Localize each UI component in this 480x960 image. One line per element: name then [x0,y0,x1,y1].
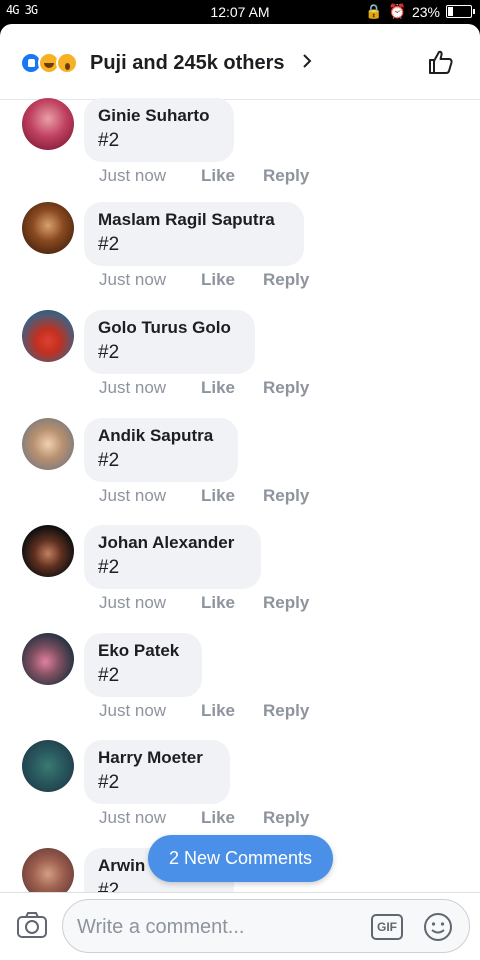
comment-actions: Just now Like Reply [99,701,309,721]
reaction-icons [20,52,78,74]
like-button[interactable]: Like [201,378,263,398]
comment-time: Just now [99,486,167,505]
reply-button[interactable]: Reply [263,808,309,828]
comment-input[interactable] [77,910,357,944]
comment-text: #2 [98,450,120,471]
comment-actions: Just now Like Reply [99,166,309,186]
comment-time: Just now [99,166,167,185]
comment-time: Just now [99,593,167,612]
comment-bubble[interactable]: Ginie Suharto #2 [84,98,234,162]
comment-author[interactable]: Johan Alexander [98,533,247,553]
like-button[interactable]: Like [201,701,263,721]
comment-time: Just now [99,378,167,397]
like-thumb-icon[interactable] [426,48,454,76]
like-button[interactable]: Like [201,166,263,186]
gif-button[interactable]: GIF [371,914,403,940]
comment-time: Just now [99,808,167,827]
comment-item: Andik Saputra #2 Just now Like Reply [0,418,480,526]
sticker-smile-icon[interactable] [423,912,453,942]
comment-author[interactable]: Maslam Ragil Saputra [98,210,290,230]
like-button[interactable]: Like [201,270,263,290]
like-button[interactable]: Like [201,486,263,506]
comment-time: Just now [99,701,167,720]
wow-icon [56,52,78,74]
status-right: 🔒 ⏰ 23% [365,3,475,20]
chevron-right-icon[interactable] [300,54,314,68]
comments-sheet: Puji and 245k others Ginie Suharto #2 Ju… [0,24,480,960]
comment-bubble[interactable]: Maslam Ragil Saputra #2 [84,202,304,266]
comment-author[interactable]: Golo Turus Golo [98,318,241,338]
comment-actions: Just now Like Reply [99,593,309,613]
avatar[interactable] [22,418,74,470]
comment-author[interactable]: Ginie Suharto [98,106,220,126]
comment-item: Golo Turus Golo #2 Just now Like Reply [0,310,480,418]
comment-bubble[interactable]: Johan Alexander #2 [84,525,261,589]
comment-actions: Just now Like Reply [99,808,309,828]
reply-button[interactable]: Reply [263,593,309,613]
comment-time: Just now [99,270,167,289]
comment-item: Eko Patek #2 Just now Like Reply [0,633,480,741]
new-comments-button[interactable]: 2 New Comments [148,835,333,882]
reply-button[interactable]: Reply [263,270,309,290]
comment-bubble[interactable]: Eko Patek #2 [84,633,202,697]
reply-button[interactable]: Reply [263,486,309,506]
battery-level [448,7,453,16]
battery-icon [446,5,475,18]
like-button[interactable]: Like [201,593,263,613]
status-bar: 4G 3G 12:07 AM 🔒 ⏰ 23% [0,0,480,24]
lock-rotation-icon: 🔒 [365,3,383,19]
comment-text: #2 [98,557,120,578]
avatar[interactable] [22,310,74,362]
avatar[interactable] [22,633,74,685]
comment-text: #2 [98,130,120,151]
comment-item: Maslam Ragil Saputra #2 Just now Like Re… [0,202,480,310]
comment-text: #2 [98,234,120,255]
reply-button[interactable]: Reply [263,166,309,186]
comment-actions: Just now Like Reply [99,378,309,398]
comment-text: #2 [98,665,120,686]
camera-icon[interactable] [16,911,48,939]
reply-button[interactable]: Reply [263,701,309,721]
avatar[interactable] [22,202,74,254]
comment-item: Johan Alexander #2 Just now Like Reply [0,525,480,633]
comment-bubble[interactable]: Harry Moeter #2 [84,740,230,804]
comment-bubble[interactable]: Andik Saputra #2 [84,418,238,482]
comment-input-box[interactable]: GIF [62,899,470,953]
reply-button[interactable]: Reply [263,378,309,398]
comment-actions: Just now Like Reply [99,270,309,290]
comment-author[interactable]: Andik Saputra [98,426,224,446]
avatar[interactable] [22,848,74,892]
avatar[interactable] [22,525,74,577]
comment-actions: Just now Like Reply [99,486,309,506]
reaction-summary-bar[interactable]: Puji and 245k others [0,24,480,100]
comment-bubble[interactable]: Golo Turus Golo #2 [84,310,255,374]
comment-author[interactable]: Eko Patek [98,641,188,661]
comment-text: #2 [98,772,120,793]
comment-composer: GIF [0,892,480,960]
alarm-icon: ⏰ [388,3,406,19]
reaction-summary-text[interactable]: Puji and 245k others [90,52,285,75]
comment-author[interactable]: Harry Moeter [98,748,216,768]
comment-item: Harry Moeter #2 Just now Like Reply [0,740,480,848]
like-button[interactable]: Like [201,808,263,828]
avatar[interactable] [22,98,74,150]
comment-item: Ginie Suharto #2 Just now Like Reply [0,98,480,206]
avatar[interactable] [22,740,74,792]
battery-percent: 23% [411,3,440,20]
comment-text: #2 [98,342,120,363]
